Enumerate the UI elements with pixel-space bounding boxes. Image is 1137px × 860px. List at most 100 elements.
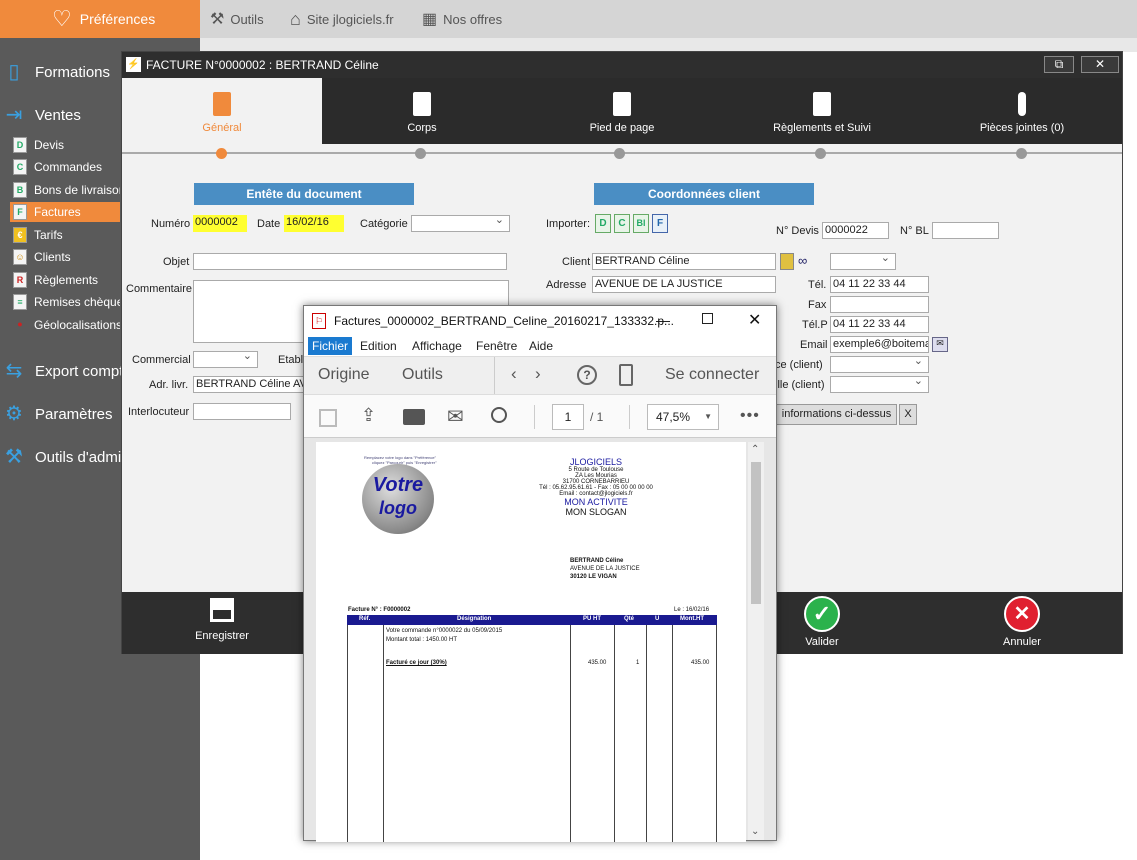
import-bl-button[interactable]: Bl <box>633 214 649 233</box>
chevron-down-icon[interactable]: ⌄ <box>751 826 759 837</box>
search-icon[interactable] <box>491 407 507 423</box>
cancel-icon: ✕ <box>1004 596 1040 632</box>
map-pin-icon: ● <box>17 319 23 329</box>
save-button[interactable]: Enregistrer <box>182 598 262 642</box>
telp-field[interactable]: 04 11 22 33 44 <box>830 316 929 333</box>
site-link[interactable]: ⌂ Site jlogiciels.fr <box>290 8 394 30</box>
menu-fichier[interactable]: Fichier <box>308 337 353 355</box>
tab-outils[interactable]: Outils <box>402 366 443 384</box>
tab-origine[interactable]: Origine <box>318 366 370 384</box>
more-icon[interactable]: ••• <box>740 407 760 425</box>
maximize-button[interactable] <box>702 313 713 324</box>
close-button[interactable]: ✕ <box>1081 56 1119 73</box>
menu-affichage[interactable]: Affichage <box>408 337 466 355</box>
sidebar-item-remises[interactable]: ≡ Remises chèques <box>10 292 120 312</box>
preferences-button[interactable]: ♡ Préférences <box>0 0 200 38</box>
client-city: 30120 LE VIGAN <box>570 574 617 580</box>
help-icon[interactable]: ? <box>577 365 597 385</box>
sidebar-item-bons-livraison[interactable]: B Bons de livraison <box>10 180 120 200</box>
adr-livr-field[interactable]: BERTRAND Céline AVE <box>193 376 305 393</box>
interlocuteur-field[interactable] <box>193 403 291 420</box>
ce-client-select[interactable] <box>830 356 929 373</box>
import-commande-button[interactable]: C <box>614 214 630 233</box>
sidebar-item-reglements[interactable]: R Règlements <box>10 270 120 290</box>
chevron-up-icon[interactable]: ⌃ <box>751 444 759 455</box>
fax-label: Fax <box>808 299 827 311</box>
numero-field[interactable]: 0000002 <box>193 215 247 232</box>
sidebar-item-devis[interactable]: D Devis <box>10 135 120 155</box>
bl-icon: B <box>13 182 27 198</box>
tab-pied-de-page[interactable]: Pied de page <box>522 78 722 144</box>
fax-field[interactable] <box>830 296 929 313</box>
client-type-select[interactable] <box>830 253 896 270</box>
upload-icon[interactable]: ⇪ <box>361 405 376 426</box>
line-total: Montant total : 1450.00 HT <box>386 637 458 643</box>
tab-corps[interactable]: Corps <box>322 78 522 144</box>
client-search-icon[interactable] <box>780 253 794 270</box>
categorie-select[interactable] <box>411 215 510 232</box>
validate-button[interactable]: ✓ Valider <box>782 596 862 648</box>
clear-info-button[interactable]: X <box>899 404 917 425</box>
company-header: JLOGICIELS 5 Route de Toulouse ZA Les Mo… <box>516 457 676 517</box>
pdf-scrollbar[interactable]: ⌃ ⌄ <box>748 442 764 840</box>
company-slogan: MON SLOGAN <box>565 507 627 517</box>
etabl-label: Etabl. <box>278 354 307 366</box>
print-icon[interactable] <box>403 409 425 425</box>
ce-client-label: ce (client) <box>775 359 823 371</box>
scroll-thumb[interactable] <box>751 462 761 604</box>
send-mail-icon[interactable]: ✉ <box>932 337 948 352</box>
company-activity: MON ACTIVITE <box>564 497 628 507</box>
minimize-button[interactable]: — <box>656 312 670 328</box>
mobile-icon[interactable] <box>619 364 633 386</box>
import-facture-button[interactable]: F <box>652 214 668 233</box>
document-icon <box>613 92 631 116</box>
sidebar-item-tarifs[interactable]: € Tarifs <box>10 225 120 245</box>
objet-field[interactable] <box>193 253 507 270</box>
devis-label: Devis <box>34 138 65 152</box>
client-field[interactable]: BERTRAND Céline <box>592 253 776 270</box>
tab-pieces-jointes[interactable]: Pièces jointes (0) <box>922 78 1122 144</box>
sign-in-link[interactable]: Se connecter <box>665 366 759 384</box>
categorie-label: Catégorie <box>360 218 408 230</box>
offers-link[interactable]: ▦ Nos offres <box>422 8 502 30</box>
caret-down-icon: ▼ <box>704 412 712 421</box>
sidebar-item-geoloc[interactable]: ● Géolocalisations <box>10 315 120 335</box>
restore-button[interactable]: ⧉ <box>1044 56 1074 73</box>
ille-client-select[interactable] <box>830 376 929 393</box>
commandes-label: Commandes <box>34 160 103 174</box>
menu-edition[interactable]: Edition <box>356 337 401 355</box>
import-devis-button[interactable]: D <box>595 214 611 233</box>
tab-reglements[interactable]: Règlements et Suivi <box>722 78 922 144</box>
ndevis-field[interactable]: 0000022 <box>822 222 889 239</box>
adresse-label: Adresse <box>546 279 587 291</box>
date-field[interactable]: 16/02/16 <box>284 215 344 232</box>
zoom-select[interactable]: 47,5% ▼ <box>647 404 719 430</box>
mail-icon[interactable]: ✉ <box>447 404 464 429</box>
menu-aide[interactable]: Aide <box>525 337 557 355</box>
sidebar-item-commandes[interactable]: C Commandes <box>10 157 120 177</box>
col-divider <box>614 625 615 842</box>
line-order: Votre commande n°0000022 du 05/09/2015 <box>386 628 503 634</box>
nbl-field[interactable] <box>932 222 999 239</box>
menu-fenetre[interactable]: Fenêtre <box>472 337 521 355</box>
tel-field[interactable]: 04 11 22 33 44 <box>830 276 929 293</box>
export-label: Export compta <box>35 362 132 380</box>
cancel-button[interactable]: ✕ Annuler <box>982 596 1062 648</box>
col-divider <box>383 625 384 842</box>
sidebar-item-clients[interactable]: ☺ Clients <box>10 247 120 267</box>
save-icon[interactable] <box>319 409 337 427</box>
chevron-left-icon[interactable]: ‹ <box>511 364 517 384</box>
tab-dot <box>415 148 426 159</box>
copy-info-button[interactable]: informations ci-dessus <box>776 404 897 425</box>
page-number-input[interactable]: 1 <box>552 404 584 430</box>
binoculars-icon[interactable]: ∞ <box>798 253 816 270</box>
chevron-right-icon[interactable]: › <box>535 364 541 384</box>
remises-label: Remises chèques <box>34 295 120 309</box>
tools-link[interactable]: ⚒ Outils <box>210 8 264 30</box>
email-field[interactable]: exemple6@boitemai <box>830 336 929 353</box>
sidebar-item-factures[interactable]: F Factures <box>10 202 120 222</box>
commercial-select[interactable] <box>193 351 258 368</box>
adresse-field[interactable]: AVENUE DE LA JUSTICE <box>592 276 776 293</box>
tab-general[interactable]: Général <box>122 78 322 144</box>
close-button[interactable]: ✕ <box>748 310 761 330</box>
